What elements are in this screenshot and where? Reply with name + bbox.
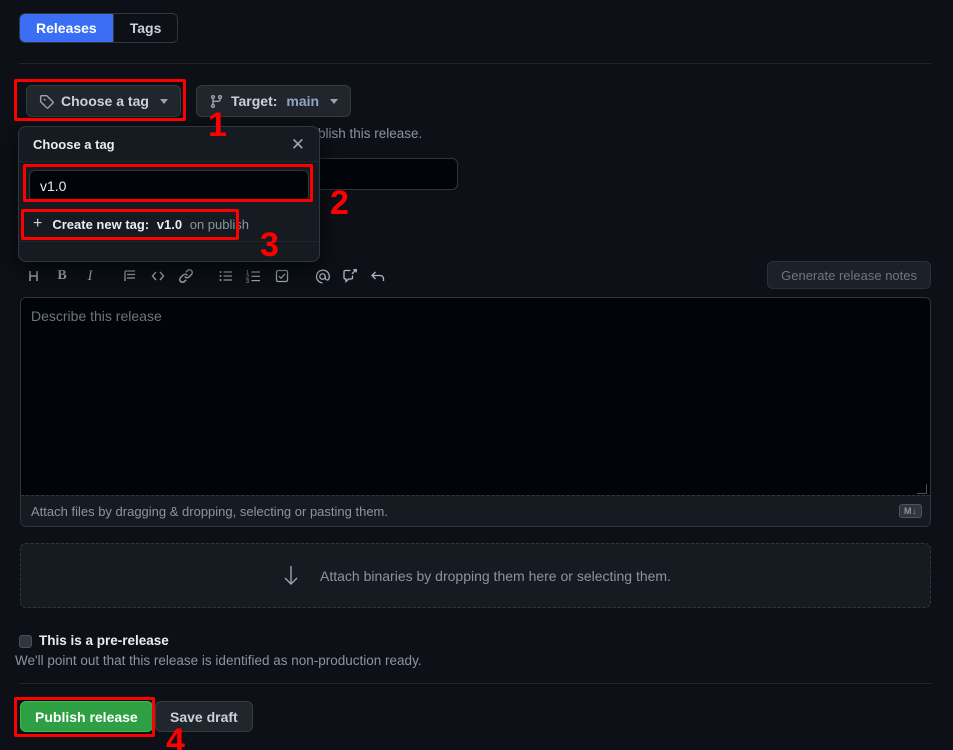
release-form-page: Releases Tags Choose a tag Target: main … xyxy=(0,0,953,750)
release-description-textarea[interactable] xyxy=(21,298,930,496)
tab-releases[interactable]: Releases xyxy=(20,14,113,42)
bottom-divider xyxy=(19,683,931,684)
heading-icon[interactable] xyxy=(20,263,48,289)
save-draft-button[interactable]: Save draft xyxy=(155,701,253,732)
create-tag-text: Create new tag: v1.0 on publish xyxy=(52,217,249,232)
dropdown-header: Choose a tag ✕ xyxy=(19,127,319,162)
ordered-list-icon[interactable]: 1 2 3 xyxy=(240,263,268,289)
italic-icon[interactable]: I xyxy=(76,263,104,289)
target-branch-button[interactable]: Target: main xyxy=(196,85,351,117)
prerelease-row: This is a pre-release xyxy=(19,632,169,650)
chevron-down-icon xyxy=(160,99,168,104)
chevron-down-icon xyxy=(330,99,338,104)
svg-text:3: 3 xyxy=(246,279,249,284)
bold-icon[interactable]: B xyxy=(48,263,76,289)
choose-tag-dropdown-panel: Choose a tag ✕ + Create new tag: v1.0 on… xyxy=(18,126,320,262)
task-list-icon[interactable] xyxy=(268,263,296,289)
publish-release-label: Publish release xyxy=(35,709,138,725)
releases-tags-tabbar: Releases Tags xyxy=(19,13,178,43)
prerelease-label[interactable]: This is a pre-release xyxy=(39,633,169,648)
release-description-block: Attach files by dragging & dropping, sel… xyxy=(20,297,931,527)
close-icon[interactable]: ✕ xyxy=(289,136,307,153)
generate-release-notes-button[interactable]: Generate release notes xyxy=(767,261,931,289)
link-icon[interactable] xyxy=(172,263,200,289)
save-draft-label: Save draft xyxy=(170,709,238,725)
tag-hint-text: blish this release. xyxy=(318,126,422,141)
tab-tags[interactable]: Tags xyxy=(113,14,178,42)
attach-binaries-dropzone[interactable]: Attach binaries by dropping them here or… xyxy=(20,543,931,608)
create-new-tag-option[interactable]: + Create new tag: v1.0 on publish xyxy=(19,208,319,242)
plus-icon: + xyxy=(33,216,42,232)
target-label: Target: xyxy=(231,93,277,109)
choose-tag-label: Choose a tag xyxy=(61,93,149,109)
git-branch-icon xyxy=(209,94,224,109)
attach-files-hint: Attach files by dragging & dropping, sel… xyxy=(31,504,388,519)
dropdown-input-wrapper xyxy=(19,162,319,208)
attach-files-bar[interactable]: Attach files by dragging & dropping, sel… xyxy=(21,495,930,526)
prerelease-description: We'll point out that this release is ide… xyxy=(15,653,422,668)
tag-search-input[interactable] xyxy=(29,170,309,202)
code-icon[interactable] xyxy=(144,263,172,289)
generate-release-notes-label: Generate release notes xyxy=(781,268,917,283)
create-tag-value: v1.0 xyxy=(157,217,182,232)
create-tag-suffix: on publish xyxy=(190,217,249,232)
download-arrow-icon xyxy=(280,564,302,588)
top-divider xyxy=(19,63,931,64)
markdown-toolbar: B I 1 xyxy=(20,262,931,290)
attach-binaries-label: Attach binaries by dropping them here or… xyxy=(320,568,671,584)
annotation-number-2: 2 xyxy=(330,186,349,220)
reply-icon[interactable] xyxy=(364,263,392,289)
dropdown-footer xyxy=(19,242,319,261)
create-tag-prefix: Create new tag: xyxy=(52,217,149,232)
unordered-list-icon[interactable] xyxy=(212,263,240,289)
tag-icon xyxy=(39,94,54,109)
quote-icon[interactable] xyxy=(116,263,144,289)
publish-release-button[interactable]: Publish release xyxy=(20,701,153,732)
release-title-input[interactable] xyxy=(310,158,458,190)
choose-tag-button[interactable]: Choose a tag xyxy=(26,85,181,117)
mention-icon[interactable] xyxy=(308,263,336,289)
markdown-badge-icon: M↓ xyxy=(899,504,922,518)
reference-icon[interactable] xyxy=(336,263,364,289)
target-value: main xyxy=(286,93,319,109)
dropdown-title: Choose a tag xyxy=(33,137,115,152)
prerelease-checkbox[interactable] xyxy=(19,635,32,648)
